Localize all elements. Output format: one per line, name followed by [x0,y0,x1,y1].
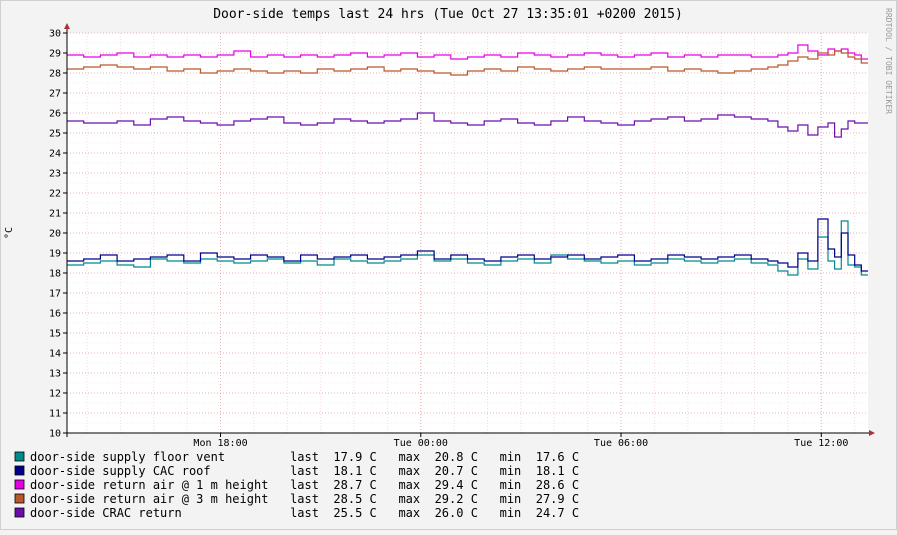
y-tick-label: 18 [49,269,61,280]
legend-entry: door-side CRAC return last 25.5 C max 26… [30,506,579,520]
y-tick-label: 19 [49,249,61,260]
legend-swatch [14,451,25,462]
y-tick-label: 29 [49,49,61,60]
y-tick-label: 25 [49,129,61,140]
y-tick-label: 12 [49,389,61,400]
chart-title: Door-side temps last 24 hrs (Tue Oct 27 … [213,7,683,22]
x-tick-label: Tue 06:00 [594,438,648,449]
y-tick-label: 27 [49,89,61,100]
y-tick-label: 14 [49,349,61,360]
legend-entry: door-side supply CAC roof last 18.1 C ma… [30,464,579,478]
y-tick-label: 13 [49,369,61,380]
legend-entry: door-side supply floor vent last 17.9 C … [30,450,579,464]
y-tick-label: 23 [49,169,61,180]
y-tick-label: 10 [49,429,61,440]
legend-swatch [14,465,25,476]
legend: door-side supply floor vent last 17.9 C … [14,450,579,520]
legend-swatch [14,479,25,490]
x-tick-label: Tue 00:00 [394,438,448,449]
x-tick-label: Tue 12:00 [794,438,848,449]
chart-svg: Door-side temps last 24 hrs (Tue Oct 27 … [0,0,897,530]
chart-canvas: Door-side temps last 24 hrs (Tue Oct 27 … [0,0,897,530]
y-tick-label: 20 [49,229,61,240]
y-tick-label: 28 [49,69,61,80]
rrdtool-watermark: RRDTOOL / TOBI OETIKER [884,8,893,114]
y-axis-label: °C [4,227,15,239]
x-tick-label: Mon 18:00 [193,438,247,449]
legend-swatch [14,507,25,518]
legend-entry: door-side return air @ 3 m height last 2… [30,492,579,506]
legend-swatch [14,493,25,504]
y-tick-label: 26 [49,109,61,120]
y-tick-label: 15 [49,329,61,340]
y-tick-label: 30 [49,29,61,40]
legend-entry: door-side return air @ 1 m height last 2… [30,478,579,492]
y-tick-label: 24 [49,149,61,160]
y-tick-label: 16 [49,309,61,320]
y-tick-label: 11 [49,409,61,420]
y-tick-label: 21 [49,209,61,220]
y-tick-label: 17 [49,289,61,300]
y-tick-label: 22 [49,189,61,200]
